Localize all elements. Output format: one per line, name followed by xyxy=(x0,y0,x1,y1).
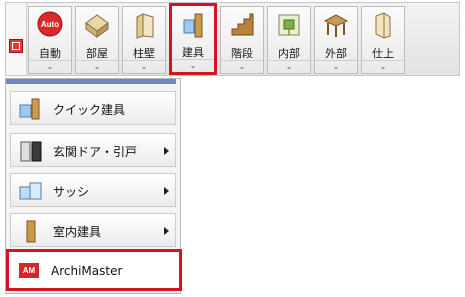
fitting-icon xyxy=(183,13,203,38)
exterior-icon xyxy=(323,14,349,37)
menu-item-sash[interactable]: サッシ xyxy=(10,173,176,207)
chevron-down-icon[interactable]: ⌄ xyxy=(268,60,310,73)
toolbar-button-stairs[interactable]: 階段 ⌄ xyxy=(220,6,264,74)
quick-fitting-icon xyxy=(19,98,40,120)
toolbar-label: 階段 xyxy=(231,47,253,60)
menu-item-archimaster[interactable]: AM ArchiMaster xyxy=(6,249,182,291)
archimaster-icon: AM xyxy=(19,263,39,278)
menu-item-label: クイック建具 xyxy=(53,103,126,117)
chevron-down-icon[interactable]: ⌄ xyxy=(315,60,357,73)
toolbar-button-room[interactable]: 部屋 ⌄ xyxy=(75,6,119,74)
chevron-down-icon[interactable]: ⌄ xyxy=(29,60,71,73)
sash-icon xyxy=(19,182,42,200)
menu-item-label: 玄関ドア・引戸 xyxy=(53,145,138,159)
auto-icon: Auto xyxy=(37,11,63,37)
entrance-door-icon xyxy=(20,141,42,162)
menu-item-label: サッシ xyxy=(53,185,90,199)
room-icon xyxy=(85,14,109,38)
toolbar-label: 内部 xyxy=(278,47,300,60)
interior-door-icon xyxy=(26,220,36,243)
submenu-arrow-icon xyxy=(164,227,169,235)
menu-item-label: 室内建具 xyxy=(53,225,102,239)
submenu-arrow-icon xyxy=(164,147,169,155)
menu-item-quick-fitting[interactable]: クイック建具 xyxy=(10,91,176,125)
toolbar-label: 外部 xyxy=(325,47,347,60)
toolbar-button-fitting[interactable]: 建具 ⌄ xyxy=(169,3,217,75)
interior-icon xyxy=(278,14,300,36)
chevron-down-icon[interactable]: ⌄ xyxy=(172,59,214,72)
toolbar-label: 建具 xyxy=(182,46,204,59)
menu-item-interior-door[interactable]: 室内建具 xyxy=(10,213,176,247)
chevron-down-icon[interactable]: ⌄ xyxy=(362,60,404,73)
chevron-down-icon[interactable]: ⌄ xyxy=(221,60,263,73)
toolbar-button-auto[interactable]: Auto 自動 ⌄ xyxy=(28,6,72,74)
toolbar: Auto 自動 ⌄ 部屋 ⌄ 柱壁 ⌄ 建具 ⌄ 階段 ⌄ 内部 ⌄ 外部 ⌄ … xyxy=(5,2,460,76)
toolbar-label: 自動 xyxy=(39,47,61,60)
svg-text:Auto: Auto xyxy=(41,20,59,29)
finish-icon xyxy=(375,12,391,39)
toolbar-button-finish[interactable]: 仕上 ⌄ xyxy=(361,6,405,74)
pillar-wall-icon xyxy=(136,13,154,39)
floor-plan-icon[interactable] xyxy=(9,39,23,53)
toolbar-button-pillar-wall[interactable]: 柱壁 ⌄ xyxy=(122,6,166,74)
chevron-down-icon[interactable]: ⌄ xyxy=(123,60,165,73)
stairs-icon xyxy=(231,13,254,36)
menu-item-entrance-door[interactable]: 玄関ドア・引戸 xyxy=(10,133,176,167)
toolbar-button-exterior[interactable]: 外部 ⌄ xyxy=(314,6,358,74)
fitting-dropdown-menu: クイック建具 玄関ドア・引戸 サッシ 室内建具 AM ArchiMaster xyxy=(5,78,182,294)
toolbar-label: 仕上 xyxy=(372,47,394,60)
toolbar-label: 柱壁 xyxy=(133,47,155,60)
toolbar-label: 部屋 xyxy=(86,47,108,60)
chevron-down-icon[interactable]: ⌄ xyxy=(76,60,118,73)
toolbar-button-interior[interactable]: 内部 ⌄ xyxy=(267,6,311,74)
toolbar-side-strip xyxy=(6,3,27,75)
menu-item-label: ArchiMaster xyxy=(51,264,123,278)
submenu-arrow-icon xyxy=(164,187,169,195)
